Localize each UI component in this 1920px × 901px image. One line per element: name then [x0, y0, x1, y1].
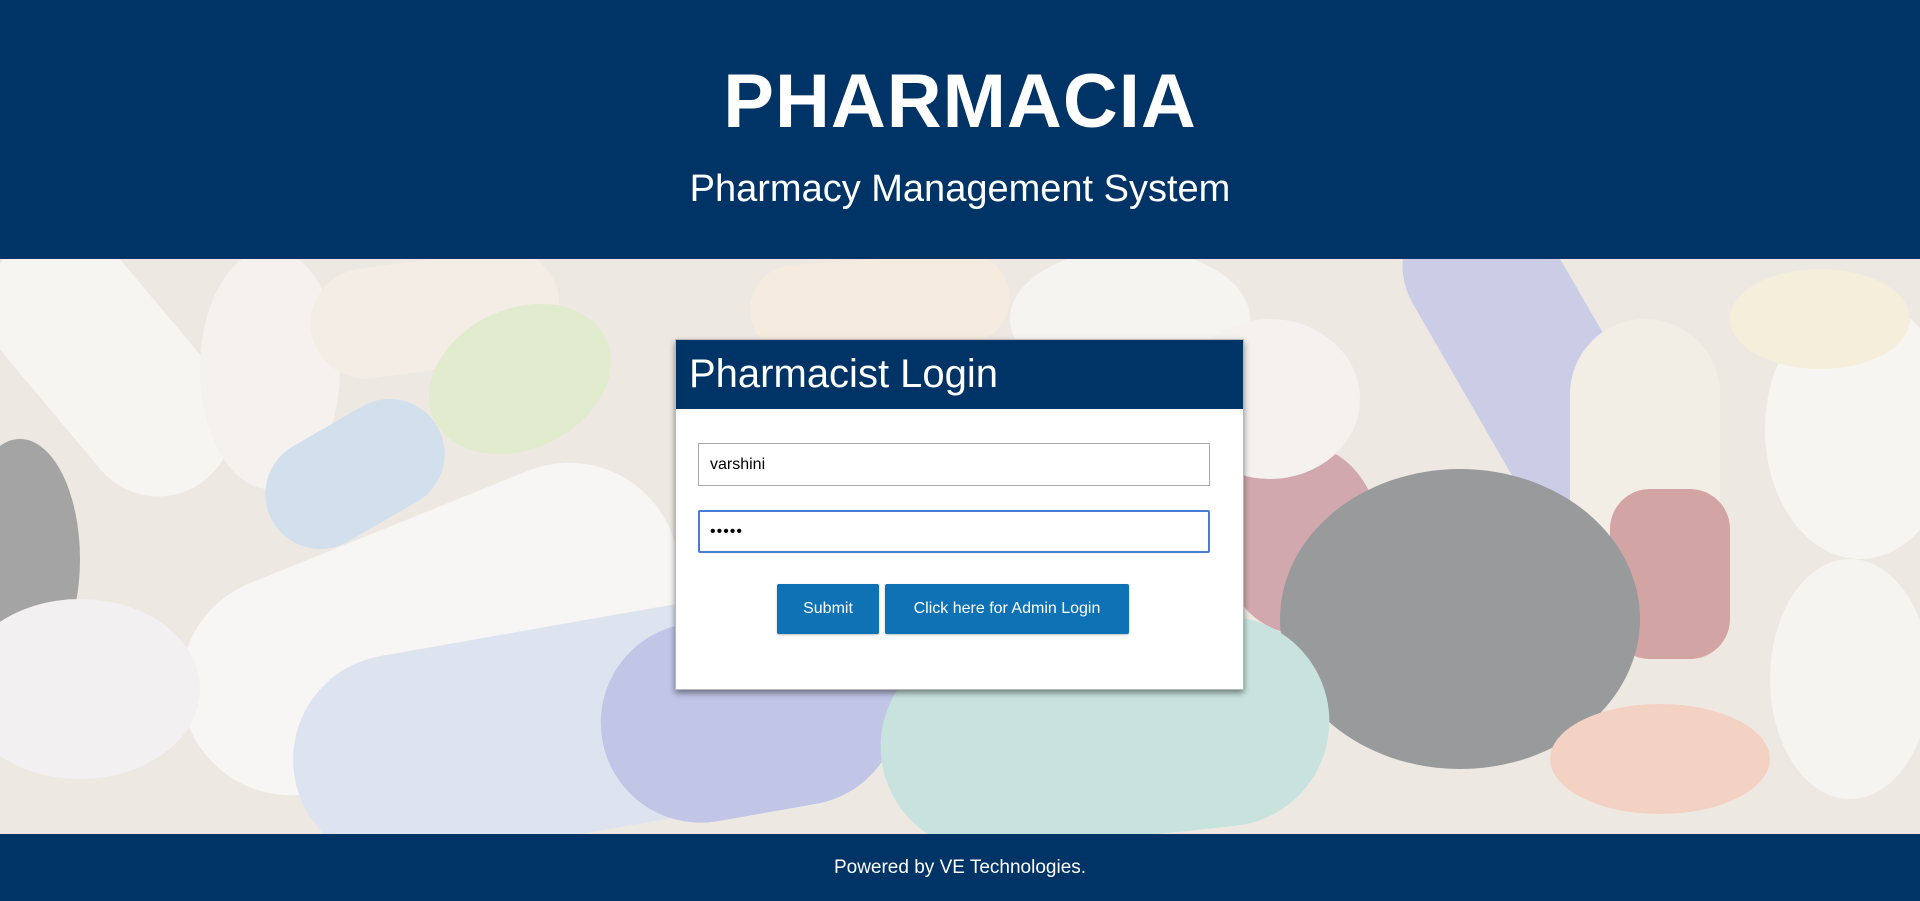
- site-footer: Powered by VE Technologies.: [0, 834, 1920, 901]
- app-subtitle: Pharmacy Management System: [689, 168, 1231, 210]
- site-header: PHARMACIA Pharmacy Management System: [0, 0, 1920, 259]
- admin-login-button[interactable]: Click here for Admin Login: [885, 584, 1129, 634]
- submit-button[interactable]: Submit: [777, 584, 879, 634]
- password-input[interactable]: [698, 510, 1210, 553]
- app-title: PHARMACIA: [723, 59, 1197, 144]
- login-card: Pharmacist Login Submit Click here for A…: [675, 339, 1244, 690]
- login-card-title: Pharmacist Login: [676, 340, 1243, 409]
- username-input[interactable]: [698, 443, 1210, 486]
- login-page: PHARMACIA Pharmacy Management System Pha…: [0, 0, 1920, 901]
